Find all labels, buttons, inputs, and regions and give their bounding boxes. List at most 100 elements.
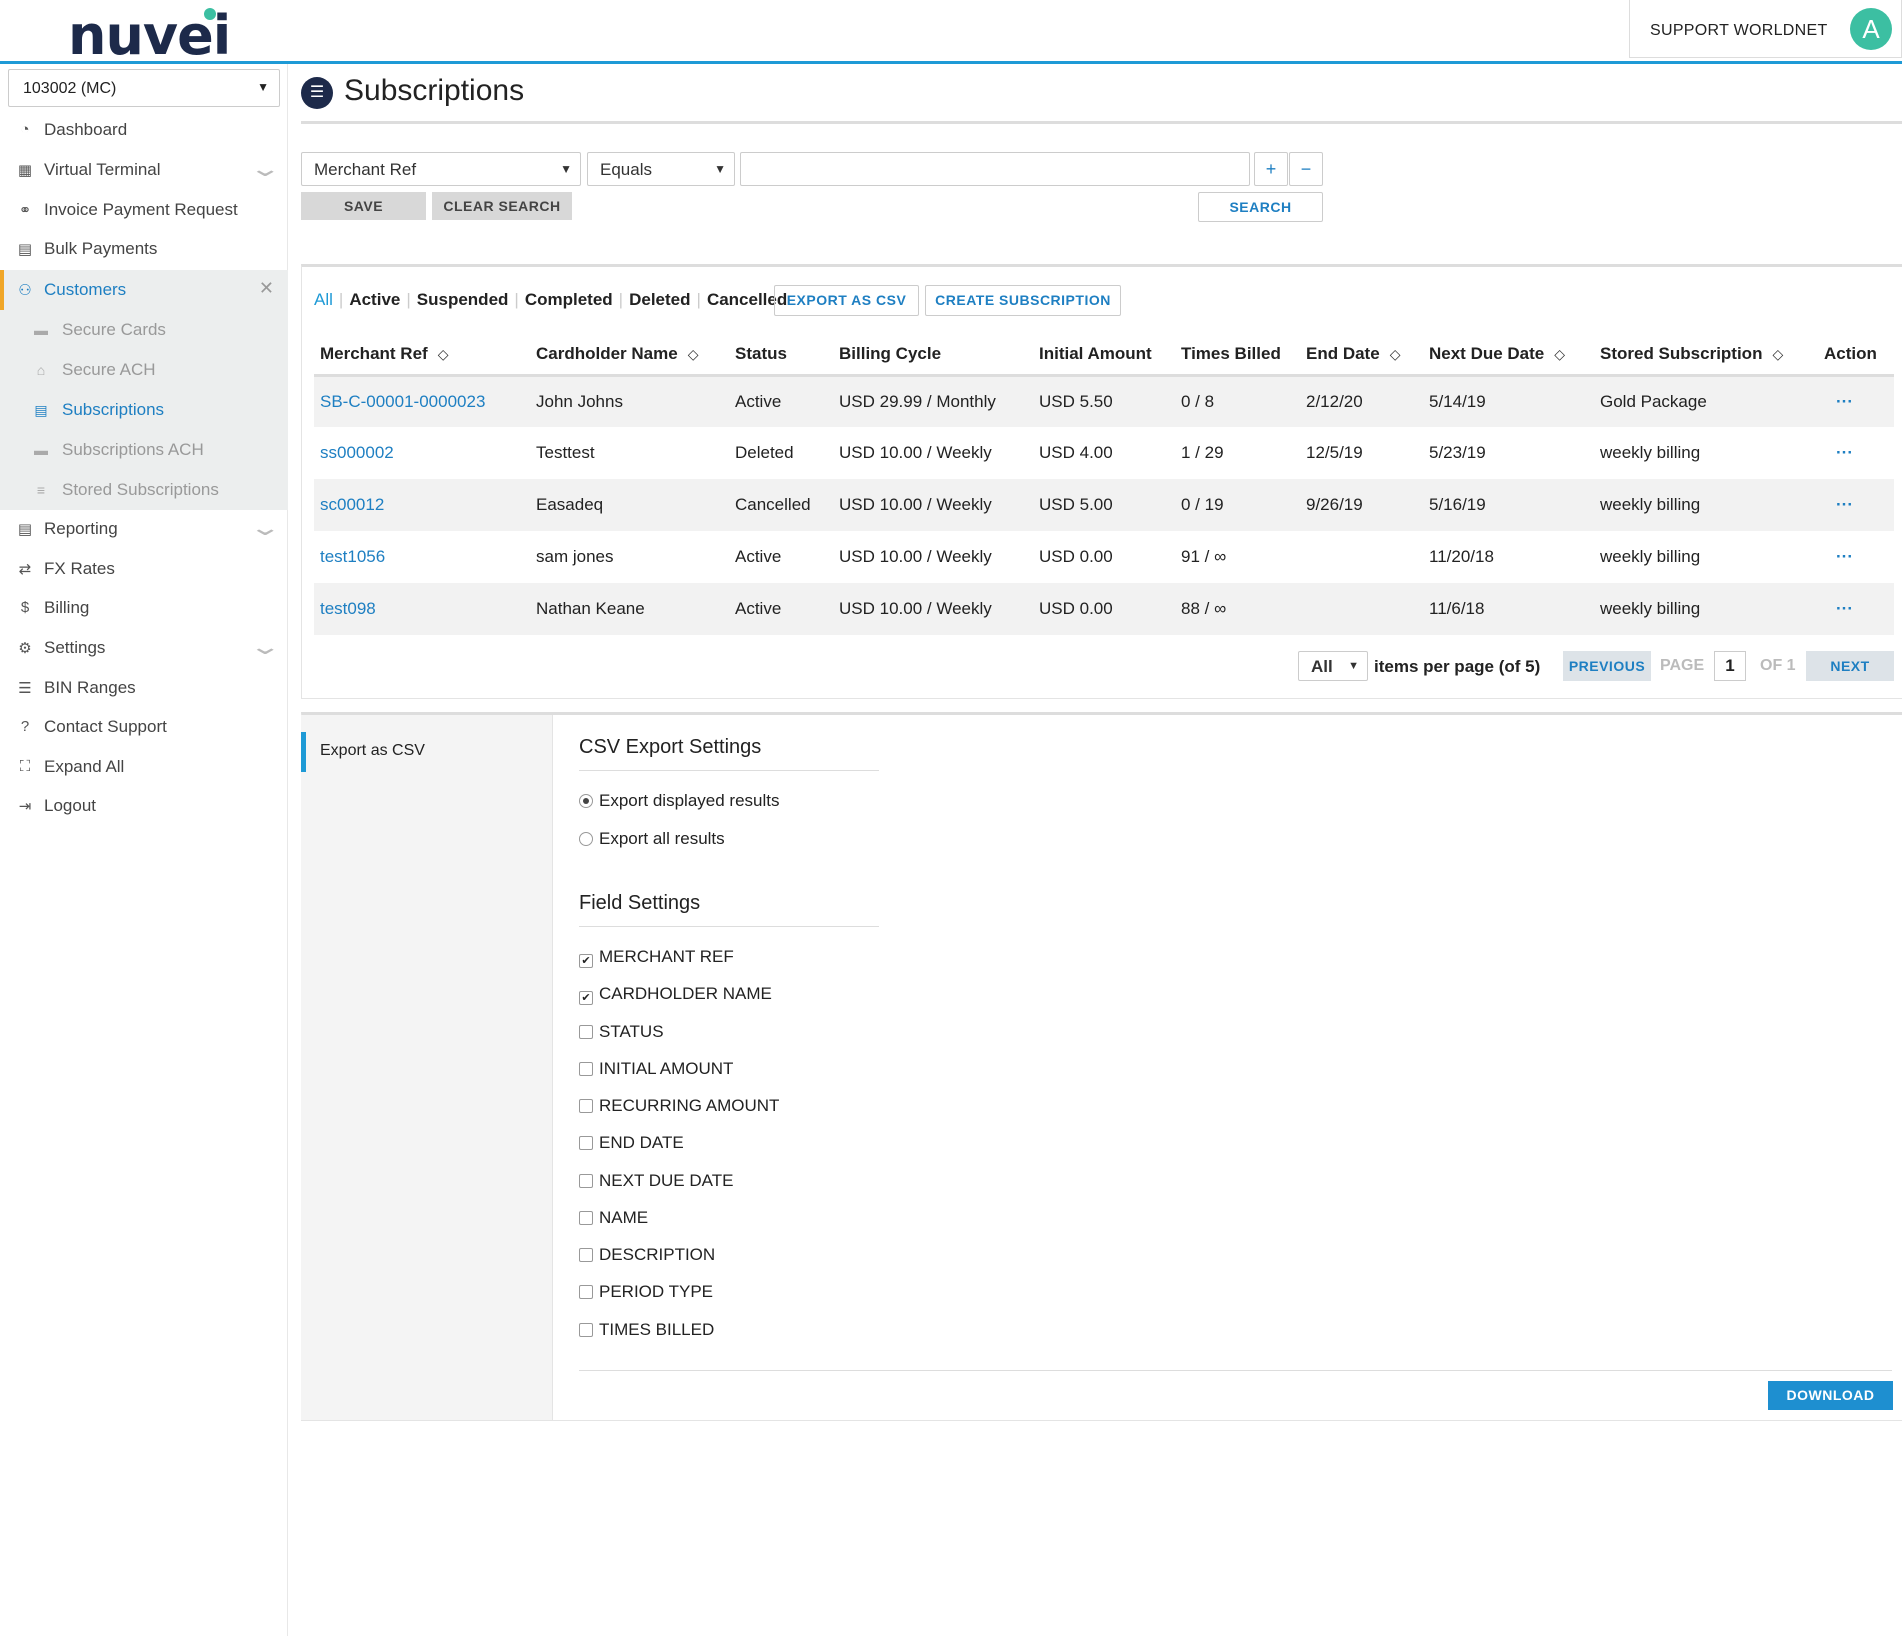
checkbox[interactable] xyxy=(579,1025,593,1039)
download-button[interactable]: DOWNLOAD xyxy=(1768,1381,1893,1410)
checkbox[interactable] xyxy=(579,1211,593,1225)
search-input[interactable] xyxy=(740,152,1250,186)
sidebar-subitem-secure-cards[interactable]: ▬ Secure Cards xyxy=(0,310,288,350)
sidebar-item-logout[interactable]: ⇥ Logout xyxy=(0,786,288,826)
avatar[interactable]: A xyxy=(1850,8,1892,50)
initial-amount: USD 0.00 xyxy=(1033,583,1175,635)
row-actions-button[interactable]: ··· xyxy=(1818,375,1894,427)
column-header-next-due-date[interactable]: Next Due Date ◇ xyxy=(1423,335,1594,377)
field-checkbox-next-due-date[interactable]: NEXT DUE DATE xyxy=(579,1171,733,1191)
previous-page-button[interactable]: PREVIOUS xyxy=(1563,651,1651,681)
filter-all[interactable]: All xyxy=(314,290,333,309)
checkbox[interactable] xyxy=(579,1174,593,1188)
filter-active[interactable]: Active xyxy=(349,290,400,309)
radio-button[interactable] xyxy=(579,794,593,808)
sidebar-item-invoice-payment-request[interactable]: ⚭ Invoice Payment Request xyxy=(0,190,288,230)
checkbox[interactable] xyxy=(579,1062,593,1076)
sidebar-item-bulk-payments[interactable]: ▤ Bulk Payments xyxy=(0,229,288,269)
remove-criteria-button[interactable]: − xyxy=(1289,152,1323,186)
sidebar-subitem-secure-ach[interactable]: ⌂ Secure ACH xyxy=(0,350,288,390)
row-actions-button[interactable]: ··· xyxy=(1818,427,1894,479)
sidebar-item-customers[interactable]: ⚇ Customers ✕ xyxy=(0,270,288,310)
field-checkbox-name[interactable]: NAME xyxy=(579,1208,648,1228)
per-page-select[interactable]: All ▼ xyxy=(1298,651,1368,681)
sidebar-subitem-stored-subscriptions[interactable]: ≡ Stored Subscriptions xyxy=(0,470,288,510)
clear-search-button[interactable]: CLEAR SEARCH xyxy=(432,192,572,220)
sort-icon[interactable]: ◇ xyxy=(1390,346,1401,362)
checkbox[interactable] xyxy=(579,1323,593,1337)
export-displayed-option[interactable]: Export displayed results xyxy=(579,791,779,811)
row-actions-button[interactable]: ··· xyxy=(1818,479,1894,531)
sidebar-item-bin-ranges[interactable]: ☰ BIN Ranges xyxy=(0,668,288,708)
sidebar-subitem-subscriptions-ach[interactable]: ▬ Subscriptions ACH xyxy=(0,430,288,470)
field-checkbox-times-billed[interactable]: TIMES BILLED xyxy=(579,1320,714,1340)
checkbox[interactable] xyxy=(579,1285,593,1299)
merchant-ref-link[interactable]: SB-C-00001-0000023 xyxy=(314,375,530,427)
sidebar-item-contact-support[interactable]: ? Contact Support xyxy=(0,707,288,747)
search-field-select[interactable]: Merchant Ref ▼ xyxy=(301,152,581,186)
logout-icon: ⇥ xyxy=(18,798,32,815)
merchant-ref-link[interactable]: ss000002 xyxy=(314,427,530,479)
sort-icon[interactable]: ◇ xyxy=(438,346,449,362)
checkbox[interactable]: ✔ xyxy=(579,991,593,1005)
field-checkbox-cardholder-name[interactable]: ✔ CARDHOLDER NAME xyxy=(579,984,772,1005)
field-checkbox-initial-amount[interactable]: INITIAL AMOUNT xyxy=(579,1059,733,1079)
status: Active xyxy=(735,547,782,566)
page-number-input[interactable]: 1 xyxy=(1714,651,1746,681)
sidebar-item-settings[interactable]: ⚙ Settings ⌄ xyxy=(0,628,288,668)
sort-icon[interactable]: ◇ xyxy=(688,346,699,362)
close-icon[interactable]: ✕ xyxy=(259,278,274,299)
search-button[interactable]: SEARCH xyxy=(1198,192,1323,222)
save-button[interactable]: SAVE xyxy=(301,192,426,220)
sidebar-item-fx-rates[interactable]: ⇄ FX Rates xyxy=(0,549,288,589)
search-operator-select[interactable]: Equals ▼ xyxy=(587,152,735,186)
field-checkbox-recurring-amount[interactable]: RECURRING AMOUNT xyxy=(579,1096,779,1116)
column-label: Next Due Date xyxy=(1429,344,1545,364)
chevron-down-icon[interactable]: ⌄ xyxy=(248,634,281,660)
field-checkbox-description[interactable]: DESCRIPTION xyxy=(579,1245,715,1265)
field-checkbox-end-date[interactable]: END DATE xyxy=(579,1133,684,1153)
sidebar-subitem-subscriptions[interactable]: ▤ Subscriptions xyxy=(0,390,288,430)
sidebar-item-dashboard[interactable]: ◔ Dashboard xyxy=(0,110,288,150)
field-checkbox-status[interactable]: STATUS xyxy=(579,1022,664,1042)
create-subscription-button[interactable]: CREATE SUBSCRIPTION xyxy=(925,285,1121,316)
column-header-cardholder-name[interactable]: Cardholder Name ◇ xyxy=(530,335,729,377)
column-header-end-date[interactable]: End Date ◇ xyxy=(1300,335,1423,377)
checkbox[interactable]: ✔ xyxy=(579,954,593,968)
sort-icon[interactable]: ◇ xyxy=(1554,346,1565,362)
merchant-select-value: 103002 (MC) xyxy=(23,80,117,97)
sidebar-item-reporting[interactable]: ▤ Reporting ⌄ xyxy=(0,509,288,549)
filter-completed[interactable]: Completed xyxy=(525,290,613,309)
checkbox[interactable] xyxy=(579,1099,593,1113)
radio-button[interactable] xyxy=(579,832,593,846)
row-actions-button[interactable]: ··· xyxy=(1818,531,1894,583)
column-header-stored-subscription[interactable]: Stored Subscription ◇ xyxy=(1594,335,1818,377)
option-label: Export all results xyxy=(599,829,725,848)
sidebar-item-billing[interactable]: $ Billing xyxy=(0,588,288,628)
field-checkbox-merchant-ref[interactable]: ✔ MERCHANT REF xyxy=(579,947,734,968)
chevron-down-icon[interactable]: ⌄ xyxy=(248,515,281,541)
export-csv-button[interactable]: EXPORT AS CSV xyxy=(774,285,919,316)
field-checkbox-period-type[interactable]: PERIOD TYPE xyxy=(579,1282,713,1302)
merchant-ref-link[interactable]: test098 xyxy=(314,583,530,635)
add-criteria-button[interactable]: + xyxy=(1254,152,1288,186)
filter-deleted[interactable]: Deleted xyxy=(629,290,690,309)
column-header-merchant-ref[interactable]: Merchant Ref ◇ xyxy=(314,335,530,377)
users-icon: ⚇ xyxy=(18,282,32,299)
export-all-option[interactable]: Export all results xyxy=(579,829,725,849)
account-menu[interactable]: SUPPORT WORLDNET A xyxy=(1629,0,1902,58)
checkbox[interactable] xyxy=(579,1136,593,1150)
row-actions-button[interactable]: ··· xyxy=(1818,583,1894,635)
sort-icon[interactable]: ◇ xyxy=(1772,346,1783,362)
merchant-ref-link[interactable]: sc00012 xyxy=(314,479,530,531)
next-page-button[interactable]: NEXT xyxy=(1806,651,1894,681)
chevron-down-icon[interactable]: ⌄ xyxy=(248,156,281,182)
merchant-select[interactable]: 103002 (MC) ▼ xyxy=(8,69,280,107)
sidebar-item-virtual-terminal[interactable]: ▦ Virtual Terminal ⌄ xyxy=(0,150,288,190)
checkbox[interactable] xyxy=(579,1248,593,1262)
export-csv-tab[interactable]: Export as CSV xyxy=(301,732,553,772)
sidebar-item-expand-all[interactable]: ⛶ Expand All xyxy=(0,747,288,787)
sidebar: 103002 (MC) ▼ ◔ Dashboard ▦ Virtual Term… xyxy=(0,64,288,1636)
filter-suspended[interactable]: Suspended xyxy=(417,290,509,309)
merchant-ref-link[interactable]: test1056 xyxy=(314,531,530,583)
